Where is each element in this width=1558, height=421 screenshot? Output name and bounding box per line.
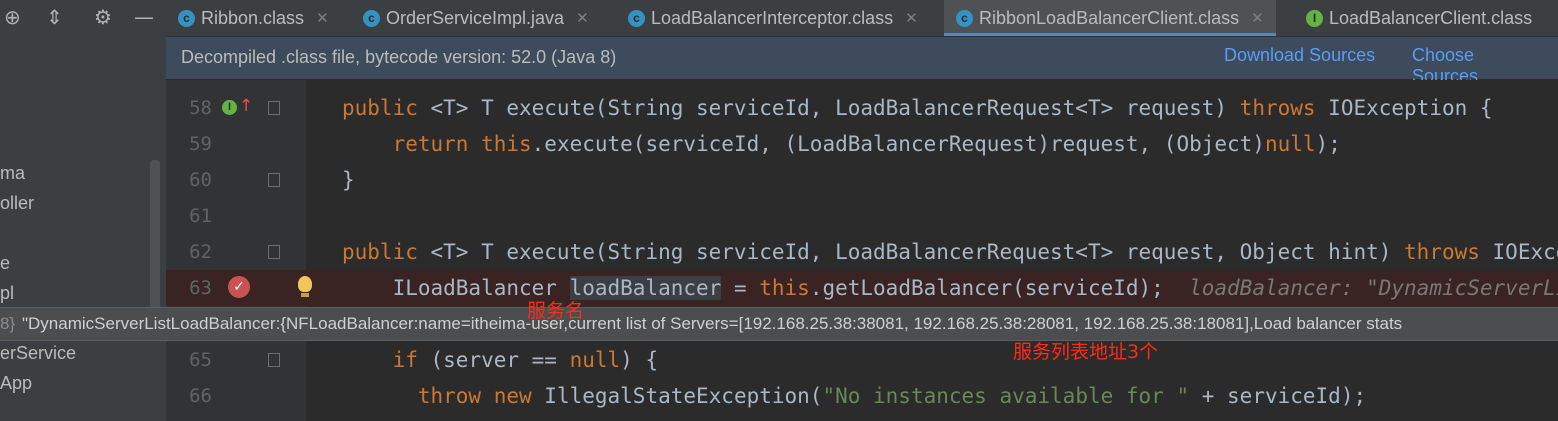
line-number: 60 — [189, 169, 212, 191]
annotation-server-list: 服务列表地址3个 — [1013, 341, 1159, 363]
project-tree-item[interactable]: e — [0, 253, 10, 274]
decompiled-message: Decompiled .class file, bytecode version… — [181, 47, 617, 67]
close-icon[interactable]: ✕ — [576, 9, 589, 27]
project-tree-item[interactable]: pl — [0, 283, 14, 304]
code-line: 62 public <T> T execute(String serviceId… — [166, 234, 1558, 270]
collapse-all-icon[interactable]: ⇕ — [46, 4, 63, 30]
project-toolbar: ⊕ ⇕ ⚙ — — [0, 0, 166, 36]
tab-label: OrderServiceImpl.java — [386, 7, 565, 28]
implements-method-icon[interactable]: I — [222, 100, 237, 115]
code-editor[interactable]: 58 I ↑ public <T> T execute(String servi… — [166, 80, 1558, 421]
tab-orderserviceimpl-java[interactable]: c OrderServiceImpl.java ✕ — [363, 0, 589, 36]
project-tree-item[interactable]: erService — [0, 343, 76, 364]
line-number: 63 — [189, 277, 212, 299]
code-line: 66 throw new IllegalStateException("No i… — [166, 378, 1558, 414]
class-icon: c — [628, 9, 645, 27]
code-text: throw new IllegalStateException("No inst… — [417, 384, 1367, 408]
code-line: 59 return this.execute(serviceId, (LoadB… — [166, 126, 1558, 162]
string-literal: "No instances available for " — [822, 384, 1190, 408]
debug-value-tooltip[interactable]: 8} "DynamicServerListLoadBalancer:{NFLoa… — [0, 307, 1558, 341]
line-number: 61 — [189, 205, 212, 227]
code-text: } — [342, 168, 355, 192]
tooltip-value-text: "DynamicServerListLoadBalancer:{NFLoadBa… — [22, 314, 1403, 333]
close-icon[interactable]: ✕ — [316, 9, 329, 27]
locate-icon[interactable]: ⊕ — [4, 4, 21, 30]
annotation-service-name: 服务名 — [527, 300, 585, 322]
code-line: 61 — [166, 198, 1558, 234]
tooltip-object-id: 8} — [0, 314, 16, 333]
code-line: 58 I ↑ public <T> T execute(String servi… — [166, 90, 1558, 126]
fold-marker-icon[interactable] — [268, 101, 280, 115]
tab-loadbalancerclient-class[interactable]: I LoadBalancerClient.class — [1306, 0, 1532, 36]
hide-icon[interactable]: — — [134, 4, 154, 30]
project-tree-item[interactable]: App — [0, 373, 32, 394]
interface-icon: I — [1306, 9, 1323, 27]
fold-marker-icon[interactable] — [268, 245, 280, 259]
project-panel: ⊕ ⇕ ⚙ — ma oller e pl erService App — [0, 0, 166, 421]
download-sources-link[interactable]: Download Sources — [1224, 45, 1375, 66]
editor-tab-bar: c Ribbon.class ✕ c OrderServiceImpl.java… — [166, 0, 1558, 37]
gear-icon[interactable]: ⚙ — [94, 4, 112, 30]
project-scrollbar[interactable] — [150, 160, 160, 310]
class-icon: c — [178, 9, 195, 27]
decompiled-info-bar: Decompiled .class file, bytecode version… — [166, 37, 1558, 86]
class-icon: c — [363, 9, 380, 27]
line-number: 62 — [189, 241, 212, 263]
breakpoint-icon[interactable]: ✓ — [228, 276, 250, 298]
code-text: public <T> T execute(String serviceId, L… — [342, 240, 1558, 264]
code-text: public <T> T execute(String serviceId, L… — [342, 96, 1493, 120]
line-number: 66 — [189, 385, 212, 407]
class-icon: c — [956, 9, 973, 27]
code-text: return this.execute(serviceId, (LoadBala… — [392, 132, 1341, 156]
line-number: 58 — [189, 97, 212, 119]
tab-label: LoadBalancerInterceptor.class — [651, 7, 894, 28]
tab-label: LoadBalancerClient.class — [1329, 7, 1533, 28]
arrow-up-icon: ↑ — [239, 96, 254, 116]
fold-marker-icon[interactable] — [268, 173, 280, 187]
code-line: 65 if (server == null) { — [166, 342, 1558, 378]
tab-label: Ribbon.class — [201, 7, 305, 28]
tab-loadbalancerinterceptor-class[interactable]: c LoadBalancerInterceptor.class ✕ — [628, 0, 918, 36]
close-icon[interactable]: ✕ — [1251, 9, 1264, 27]
breakpoint-line: 63 ✓ ILoadBalancer loadBalancer = this.g… — [166, 270, 1558, 306]
code-line: 60 } — [166, 162, 1558, 198]
fold-marker-icon[interactable] — [268, 353, 280, 367]
line-number: 65 — [189, 349, 212, 371]
tab-label: RibbonLoadBalancerClient.class — [979, 7, 1240, 28]
tab-ribbon-class[interactable]: c Ribbon.class ✕ — [178, 0, 329, 36]
code-text: if (server == null) { — [392, 348, 659, 372]
close-icon[interactable]: ✕ — [905, 9, 918, 27]
lightbulb-icon[interactable] — [298, 276, 312, 297]
line-number: 59 — [189, 133, 212, 155]
inline-debug-value: loadBalancer: "DynamicServerListLoadBala… — [1189, 276, 1558, 300]
project-tree-item[interactable]: ma — [0, 163, 25, 184]
tab-ribbonloadbalancerclient-class[interactable]: c RibbonLoadBalancerClient.class ✕ — [944, 0, 1276, 36]
project-tree-item[interactable]: oller — [0, 193, 34, 214]
code-text: ILoadBalancer loadBalancer = this.getLoa… — [342, 270, 1558, 306]
